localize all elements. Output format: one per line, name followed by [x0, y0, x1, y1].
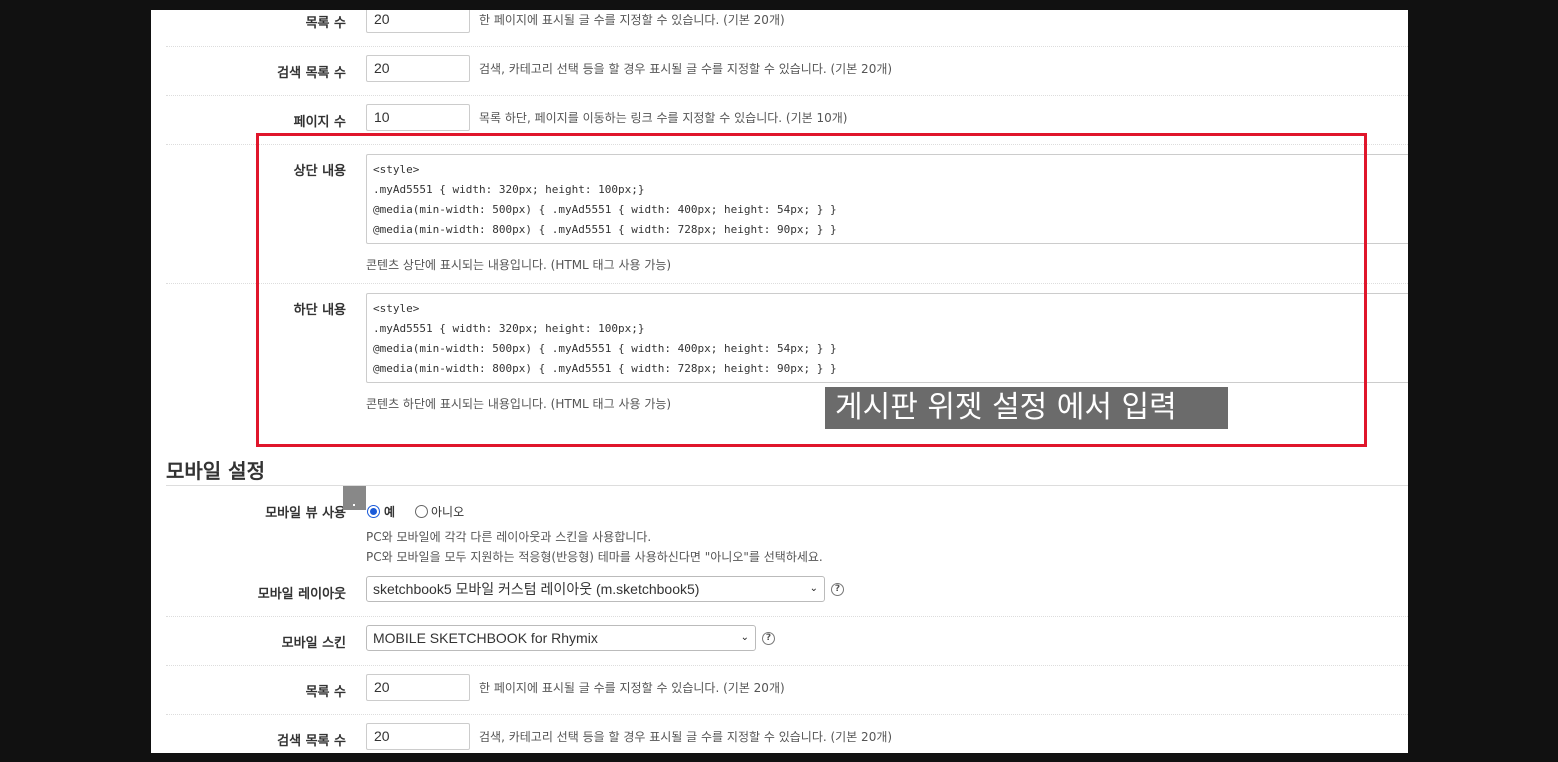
search-list-count-row: 검색 목록 수 20 검색, 카테고리 선택 등을 할 경우 표시될 글 수를 … — [166, 46, 1408, 95]
mobile-list-count-row: 목록 수 20 한 페이지에 표시될 글 수를 지정할 수 있습니다. (기본 … — [166, 665, 1408, 714]
radio-yes[interactable] — [367, 505, 380, 518]
search-list-count-input[interactable]: 20 — [366, 55, 470, 82]
mobile-layout-row: 모바일 레이아웃 sketchbook5 모바일 커스텀 레이아웃 (m.ske… — [166, 575, 1408, 616]
page-count-help: 목록 하단, 페이지를 이동하는 링크 수를 지정할 수 있습니다. (기본 1… — [479, 111, 848, 125]
mobile-skin-row: 모바일 스킨 MOBILE SKETCHBOOK for Rhymix ⌄ ? — [166, 616, 1408, 665]
mobile-search-list-count-help: 검색, 카테고리 선택 등을 할 경우 표시될 글 수를 지정할 수 있습니다.… — [479, 730, 893, 744]
mobile-layout-select[interactable]: sketchbook5 모바일 커스텀 레이아웃 (m.sketchbook5)… — [366, 576, 825, 602]
list-count-help: 한 페이지에 표시될 글 수를 지정할 수 있습니다. (기본 20개) — [479, 13, 785, 27]
list-count-label: 목록 수 — [305, 16, 346, 31]
question-circle-icon[interactable]: ? — [831, 583, 844, 596]
question-circle-icon[interactable]: ? — [762, 632, 775, 645]
chevron-down-icon: ⌄ — [740, 632, 749, 643]
search-list-count-help: 검색, 카테고리 선택 등을 할 경우 표시될 글 수를 지정할 수 있습니다.… — [479, 62, 893, 76]
cursor-marker — [343, 486, 366, 510]
mobile-list-count-label: 목록 수 — [305, 685, 346, 700]
mobile-search-list-count-label: 검색 목록 수 — [277, 734, 346, 749]
mobile-layout-label: 모바일 레이아웃 — [257, 587, 346, 602]
mobile-search-list-count-input[interactable]: 20 — [366, 723, 470, 750]
mobile-skin-label: 모바일 스킨 — [281, 636, 346, 651]
page-count-label: 페이지 수 — [293, 115, 346, 130]
list-count-input[interactable]: 20 — [366, 10, 470, 33]
mobile-view-label: 모바일 뷰 사용 — [265, 506, 346, 521]
radio-no-label[interactable]: 아니오 — [431, 503, 464, 520]
chevron-down-icon: ⌄ — [809, 583, 818, 594]
page-count-input[interactable]: 10 — [366, 104, 470, 131]
radio-yes-label[interactable]: 예 — [384, 503, 395, 520]
mobile-search-list-count-row: 검색 목록 수 20 검색, 카테고리 선택 등을 할 경우 표시될 글 수를 … — [166, 714, 1408, 753]
mobile-list-count-input[interactable]: 20 — [366, 674, 470, 701]
mobile-settings-title: 모바일 설정 — [166, 459, 265, 483]
mobile-list-count-help: 한 페이지에 표시될 글 수를 지정할 수 있습니다. (기본 20개) — [479, 681, 785, 695]
list-count-row: 목록 수 20 한 페이지에 표시될 글 수를 지정할 수 있습니다. (기본 … — [166, 10, 1408, 46]
caption-overlay: 게시판 위젯 설정 에서 입력 — [825, 387, 1228, 429]
mobile-view-desc-1: PC와 모바일에 각각 다른 레이아웃과 스킨을 사용합니다. — [366, 530, 652, 544]
search-list-count-label: 검색 목록 수 — [277, 66, 346, 81]
mobile-view-desc-2: PC와 모바일을 모두 지원하는 적응형(반응형) 테마를 사용하신다면 "아니… — [366, 550, 823, 564]
mobile-skin-select[interactable]: MOBILE SKETCHBOOK for Rhymix ⌄ — [366, 625, 756, 651]
mobile-layout-value: sketchbook5 모바일 커스텀 레이아웃 (m.sketchbook5) — [373, 581, 700, 597]
radio-no[interactable] — [415, 505, 428, 518]
mobile-skin-value: MOBILE SKETCHBOOK for Rhymix — [373, 630, 598, 646]
